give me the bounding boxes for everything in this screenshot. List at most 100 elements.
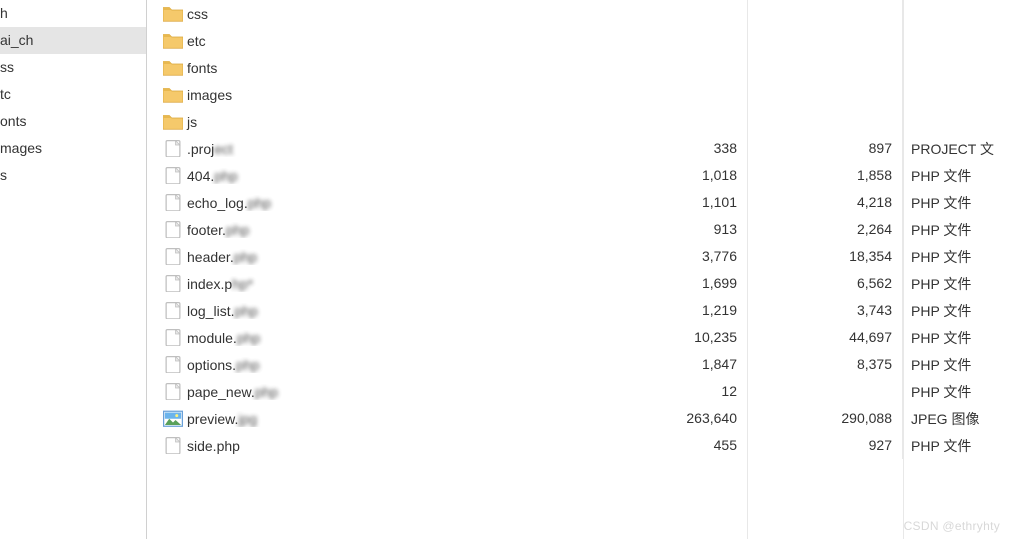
file-name: etc <box>183 33 573 49</box>
file-type: PHP 文件 <box>903 274 1010 294</box>
file-row[interactable]: .project338897PROJECT 文 <box>147 135 1010 162</box>
file-type: PHP 文件 <box>903 382 1010 402</box>
file-row[interactable]: module.php10,23544,697PHP 文件 <box>147 324 1010 351</box>
file-type: PHP 文件 <box>903 355 1010 375</box>
watermark: CSDN @ethryhty <box>904 519 1000 533</box>
file-size-original: 927 <box>748 432 903 459</box>
file-row[interactable]: etc <box>147 27 1010 54</box>
sidebar-item[interactable]: ss <box>0 54 146 81</box>
file-icon <box>163 221 183 239</box>
file-name: module.php <box>183 330 573 346</box>
file-size-original: 44,697 <box>748 324 903 351</box>
sidebar-item[interactable]: h <box>0 0 146 27</box>
file-row[interactable]: index.php*1,6996,562PHP 文件 <box>147 270 1010 297</box>
file-row[interactable]: options.php1,8478,375PHP 文件 <box>147 351 1010 378</box>
file-size-compressed: 1,219 <box>573 297 748 324</box>
sidebar-item[interactable]: tc <box>0 81 146 108</box>
column-divider <box>747 0 748 539</box>
file-name: images <box>183 87 573 103</box>
sidebar-item-label: s <box>0 167 7 183</box>
file-name: footer.php <box>183 222 573 238</box>
file-size-compressed <box>573 27 748 54</box>
file-type: PROJECT 文 <box>903 139 1010 159</box>
file-size-original <box>748 108 903 135</box>
folder-icon <box>163 59 183 77</box>
file-row[interactable]: pape_new.php12PHP 文件 <box>147 378 1010 405</box>
file-name: js <box>183 114 573 130</box>
file-name: preview.jpg <box>183 411 573 427</box>
file-size-original <box>748 0 903 27</box>
file-type: PHP 文件 <box>903 247 1010 267</box>
file-size-original: 4,218 <box>748 189 903 216</box>
file-type: PHP 文件 <box>903 328 1010 348</box>
file-row[interactable]: preview.jpg263,640290,088JPEG 图像 <box>147 405 1010 432</box>
file-row[interactable]: css <box>147 0 1010 27</box>
file-size-original: 2,264 <box>748 216 903 243</box>
file-row[interactable]: fonts <box>147 54 1010 81</box>
file-icon <box>163 329 183 347</box>
file-size-original: 8,375 <box>748 351 903 378</box>
file-list-pane: css etc fonts images js .project338897PROJECT… <box>147 0 1010 539</box>
file-size-original <box>748 27 903 54</box>
file-icon <box>163 140 183 158</box>
file-size-original: 6,562 <box>748 270 903 297</box>
file-name: .project <box>183 141 573 157</box>
sidebar-item-label: tc <box>0 86 11 102</box>
file-size-compressed: 10,235 <box>573 324 748 351</box>
file-size-original <box>748 54 903 81</box>
file-size-compressed: 338 <box>573 135 748 162</box>
file-row[interactable]: header.php3,77618,354PHP 文件 <box>147 243 1010 270</box>
file-icon <box>163 194 183 212</box>
file-size-original: 1,858 <box>748 162 903 189</box>
file-icon <box>163 302 183 320</box>
file-type: PHP 文件 <box>903 193 1010 213</box>
sidebar-item-label: mages <box>0 140 42 156</box>
file-name: 404.php <box>183 168 573 184</box>
file-icon <box>163 356 183 374</box>
file-size-compressed: 3,776 <box>573 243 748 270</box>
image-file-icon <box>163 410 183 428</box>
sidebar-tree[interactable]: h ai_chss tc onts mages s <box>0 0 147 539</box>
sidebar-item[interactable]: ai_ch <box>0 27 146 54</box>
file-icon <box>163 167 183 185</box>
file-size-original: 290,088 <box>748 405 903 432</box>
file-name: css <box>183 6 573 22</box>
sidebar-item-label: ai_ch <box>0 32 33 48</box>
file-row[interactable]: footer.php9132,264PHP 文件 <box>147 216 1010 243</box>
file-name: log_list.php <box>183 303 573 319</box>
file-size-compressed <box>573 81 748 108</box>
sidebar-item-label: onts <box>0 113 26 129</box>
file-name: options.php <box>183 357 573 373</box>
file-size-original: 3,743 <box>748 297 903 324</box>
file-size-compressed <box>573 0 748 27</box>
file-row[interactable]: log_list.php1,2193,743PHP 文件 <box>147 297 1010 324</box>
file-size-original <box>748 378 903 405</box>
sidebar-item-label: ss <box>0 59 14 75</box>
file-size-compressed: 1,699 <box>573 270 748 297</box>
sidebar-item-label: h <box>0 5 8 21</box>
file-icon <box>163 275 183 293</box>
file-row[interactable]: side.php455927PHP 文件 <box>147 432 1010 459</box>
file-name: header.php <box>183 249 573 265</box>
file-size-compressed: 1,018 <box>573 162 748 189</box>
sidebar-item[interactable]: mages <box>0 135 146 162</box>
file-icon <box>163 383 183 401</box>
file-row[interactable]: echo_log.php1,1014,218PHP 文件 <box>147 189 1010 216</box>
file-name: fonts <box>183 60 573 76</box>
folder-icon <box>163 5 183 23</box>
file-size-compressed <box>573 54 748 81</box>
file-row[interactable]: images <box>147 81 1010 108</box>
sidebar-item[interactable]: s <box>0 162 146 189</box>
sidebar-item[interactable]: onts <box>0 108 146 135</box>
column-divider <box>903 0 904 539</box>
file-name: side.php <box>183 438 573 454</box>
file-size-compressed: 913 <box>573 216 748 243</box>
file-name: echo_log.php <box>183 195 573 211</box>
file-icon <box>163 437 183 455</box>
file-row[interactable]: js <box>147 108 1010 135</box>
file-size-original: 18,354 <box>748 243 903 270</box>
file-size-original: 897 <box>748 135 903 162</box>
file-type: PHP 文件 <box>903 301 1010 321</box>
file-row[interactable]: 404.php1,0181,858PHP 文件 <box>147 162 1010 189</box>
folder-icon <box>163 86 183 104</box>
